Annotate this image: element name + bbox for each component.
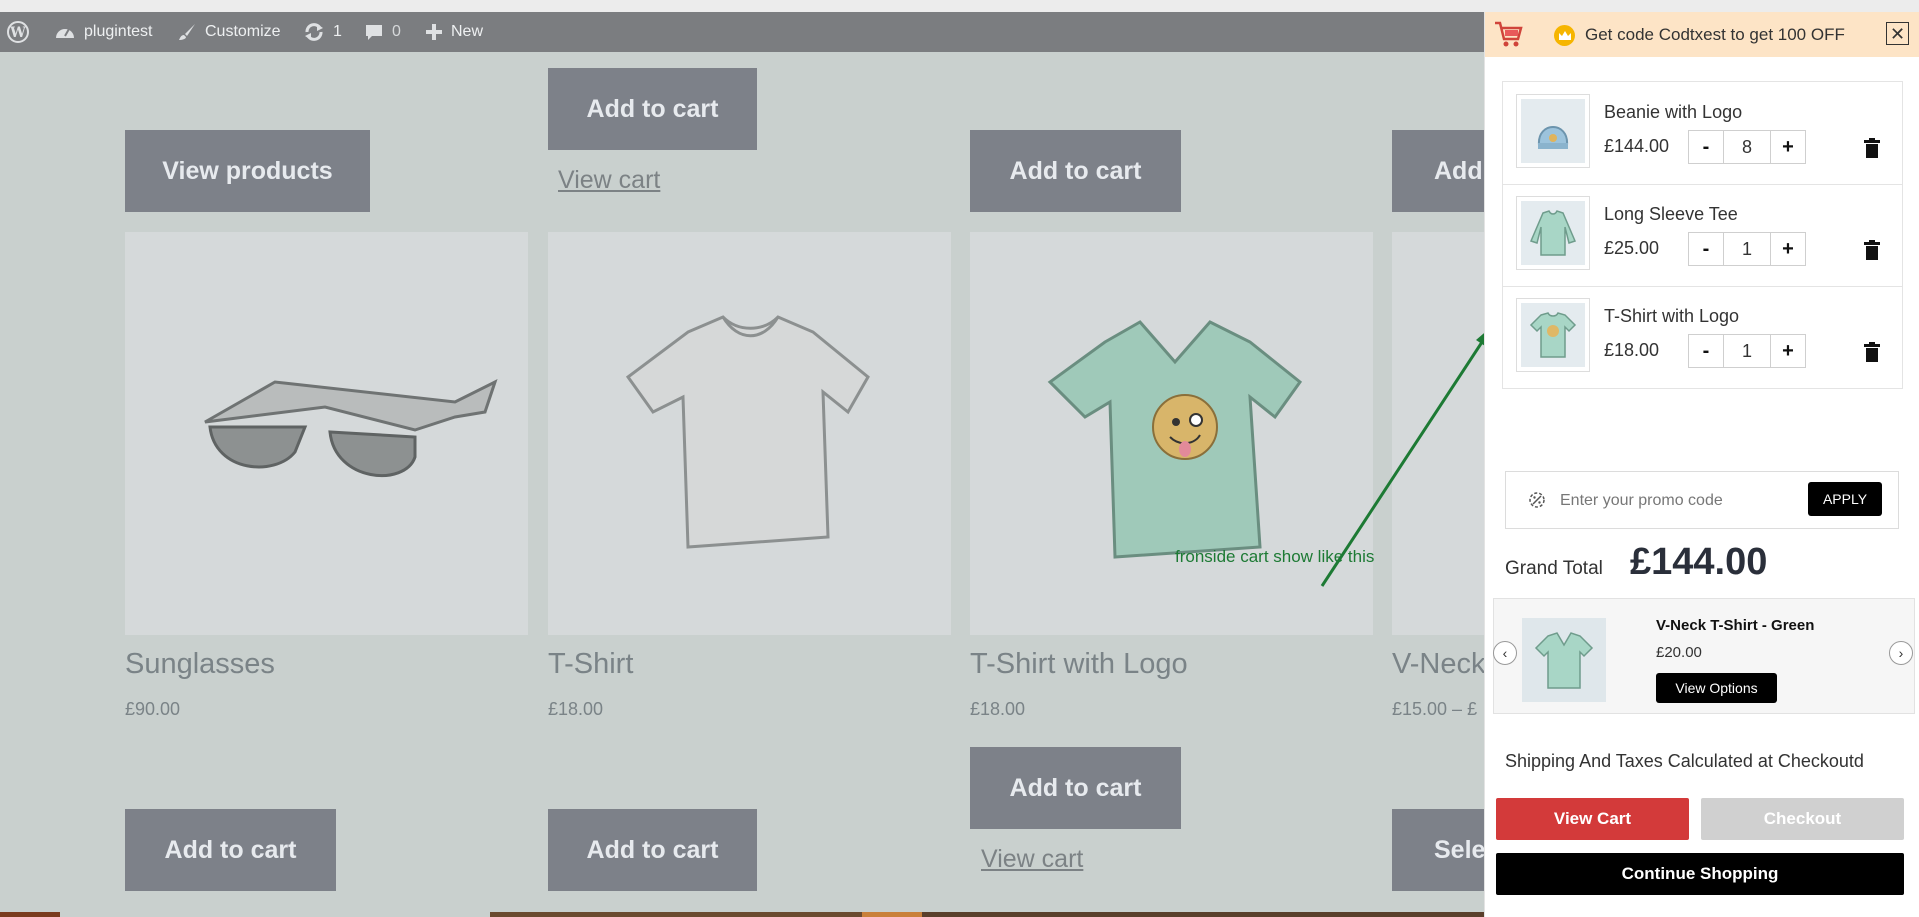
quantity-input[interactable]: 8 [1723,131,1771,163]
promo-notice-bar: Get code Codtxest to get 100 OFF ✕ [1485,12,1919,57]
site-name-link[interactable]: plugintest [54,12,153,52]
add-to-cart-button[interactable]: Add to cart [970,747,1181,829]
updates-link[interactable]: 1 [303,12,342,52]
comment-icon [366,25,382,40]
tshirt-logo-thumbnail[interactable] [1516,298,1590,372]
promo-code-input[interactable]: Enter your promo code [1560,492,1723,510]
checkout-button[interactable]: Checkout [1701,798,1904,840]
quantity-input[interactable]: 1 [1723,335,1771,367]
bottom-strip-left [0,912,60,917]
promo-code-box: Enter your promo code APPLY [1505,471,1899,529]
product-price: £90.00 [125,699,181,719]
long-sleeve-thumbnail[interactable] [1516,196,1590,270]
cart-item: Beanie with Logo £144.00 - 8 + [1503,82,1902,185]
quantity-stepper: - 1 + [1688,334,1806,368]
comments-count: 0 [392,23,401,40]
decrease-qty-button[interactable]: - [1689,131,1723,163]
chevron-left-icon[interactable]: ‹ [1493,641,1517,665]
cart-item: Long Sleeve Tee £25.00 - 1 + [1503,184,1902,287]
updates-icon [305,23,323,41]
customize-link[interactable]: Customize [177,12,281,52]
grand-total-label: Grand Total [1505,558,1603,579]
side-cart-panel: Get code Codtxest to get 100 OFF ✕ Beani… [1484,12,1919,917]
trash-icon[interactable] [1864,138,1880,163]
promo-notice-text: Get code Codtxest to get 100 OFF [1585,25,1845,44]
product-image-sunglasses[interactable] [125,232,528,635]
add-to-cart-button[interactable]: Add to cart [970,130,1181,212]
view-cart-link[interactable]: View cart [981,845,1083,874]
item-price: £144.00 [1604,136,1670,156]
shipping-note: Shipping And Taxes Calculated at Checkou… [1505,751,1864,771]
product-title[interactable]: T-Shirt [548,648,633,681]
apply-promo-button[interactable]: APPLY [1808,482,1882,516]
view-cart-button[interactable]: View Cart [1496,798,1689,840]
decrease-qty-button[interactable]: - [1689,335,1723,367]
plus-icon [426,24,442,40]
trash-icon[interactable] [1864,240,1880,265]
item-price: £18.00 [1604,340,1660,360]
trash-icon[interactable] [1864,342,1880,367]
site-name: plugintest [84,23,153,40]
chevron-right-icon[interactable]: › [1889,641,1913,665]
cart-items-list: Beanie with Logo £144.00 - 8 + Long Slee… [1502,81,1903,389]
product-price: £18.00 [970,699,1026,719]
beanie-thumbnail[interactable] [1516,94,1590,168]
decrease-qty-button[interactable]: - [1689,233,1723,265]
add-to-cart-button[interactable]: Add to cart [548,68,757,150]
product-price: £15.00 – £ [1392,699,1478,719]
brush-icon [179,24,195,40]
wordpress-logo-icon[interactable]: W [7,12,29,52]
add-to-cart-button[interactable]: Add to cart [548,809,757,891]
continue-shopping-button[interactable]: Continue Shopping [1496,853,1904,895]
bottom-strip-right [922,912,1485,917]
select-options-button-partial[interactable]: Sele [1392,809,1485,891]
increase-qty-button[interactable]: + [1771,131,1805,163]
product-image-t-shirt[interactable] [548,232,951,635]
close-icon[interactable]: ✕ [1886,22,1909,45]
product-title[interactable]: Sunglasses [125,648,275,681]
quantity-input[interactable]: 1 [1723,233,1771,265]
coupon-icon [1528,491,1546,514]
item-name[interactable]: Long Sleeve Tee [1604,204,1738,225]
browser-top-strip [0,0,1919,12]
product-title[interactable]: V-Neck [1392,648,1485,681]
dashboard-icon [56,28,74,38]
quantity-stepper: - 8 + [1688,130,1806,164]
vneck-thumbnail[interactable] [1522,618,1606,702]
view-options-button[interactable]: View Options [1656,673,1777,703]
new-content-link[interactable]: New [425,12,483,52]
crown-icon [1554,25,1575,46]
comments-link[interactable]: 0 [364,12,401,52]
shop-page: Add to cart View cart View products Add … [0,52,1485,917]
item-price: £25.00 [1604,238,1660,258]
product-title[interactable]: T-Shirt with Logo [970,648,1188,681]
bottom-strip-mid [490,912,862,917]
view-cart-link[interactable]: View cart [558,166,660,195]
updates-count: 1 [333,23,342,40]
product-price: £18.00 [548,699,604,719]
new-label: New [451,23,484,40]
annotation-text: fronside cart show like this [1175,547,1375,566]
add-to-cart-button[interactable]: Add to cart [125,809,336,891]
shopping-cart-icon [1493,20,1523,53]
bottom-strip-accent [862,912,922,917]
upsell-product-name[interactable]: V-Neck T-Shirt - Green [1656,617,1814,634]
item-name[interactable]: T-Shirt with Logo [1604,306,1739,327]
cart-item: T-Shirt with Logo £18.00 - 1 + [1503,286,1902,388]
increase-qty-button[interactable]: + [1771,233,1805,265]
quantity-stepper: - 1 + [1688,232,1806,266]
svg-text:W: W [9,25,26,41]
item-name[interactable]: Beanie with Logo [1604,102,1742,123]
upsell-product-card: ‹ V-Neck T-Shirt - Green £20.00 View Opt… [1493,598,1915,714]
grand-total-value: £144.00 [1630,541,1768,583]
increase-qty-button[interactable]: + [1771,335,1805,367]
customize-label: Customize [205,23,281,40]
view-products-button[interactable]: View products [125,130,370,212]
add-to-cart-button-partial[interactable]: Add [1392,130,1485,212]
upsell-product-price: £20.00 [1656,644,1702,661]
